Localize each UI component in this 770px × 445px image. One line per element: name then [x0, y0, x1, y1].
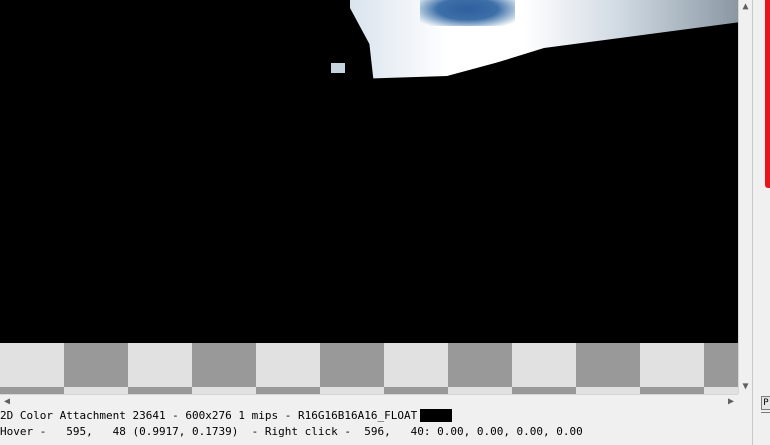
side-panel: P [752, 0, 770, 445]
texture-info-line: 2D Color Attachment 23641 - 600x276 1 mi… [0, 408, 453, 423]
texture-info-text: 2D Color Attachment 23641 - 600x276 1 mi… [0, 409, 418, 422]
transparency-checkerboard [0, 343, 738, 394]
side-divider [761, 412, 770, 413]
texture-content-speck [331, 63, 345, 73]
texture-content-blue-patch [420, 0, 515, 26]
vertical-scrollbar[interactable]: ▲ ▼ [738, 0, 752, 394]
chevron-left-icon[interactable]: ◀ [0, 395, 14, 408]
scrollbar-corner [738, 394, 752, 408]
chevron-down-icon[interactable]: ▼ [739, 380, 752, 394]
chevron-up-icon[interactable]: ▲ [739, 0, 752, 14]
pixel-readout-line: Hover - 595, 48 (0.9917, 0.1739) - Right… [0, 425, 583, 438]
side-panel-button[interactable]: P [761, 396, 770, 410]
horizontal-scrollbar[interactable]: ◀ ▶ [0, 394, 738, 408]
texture-viewport[interactable] [0, 0, 738, 394]
texture-content-sky [350, 0, 738, 79]
chevron-right-icon[interactable]: ▶ [724, 395, 738, 408]
color-swatch [420, 408, 453, 422]
side-accent-strip [765, 0, 770, 188]
status-bar: 2D Color Attachment 23641 - 600x276 1 mi… [0, 408, 752, 445]
